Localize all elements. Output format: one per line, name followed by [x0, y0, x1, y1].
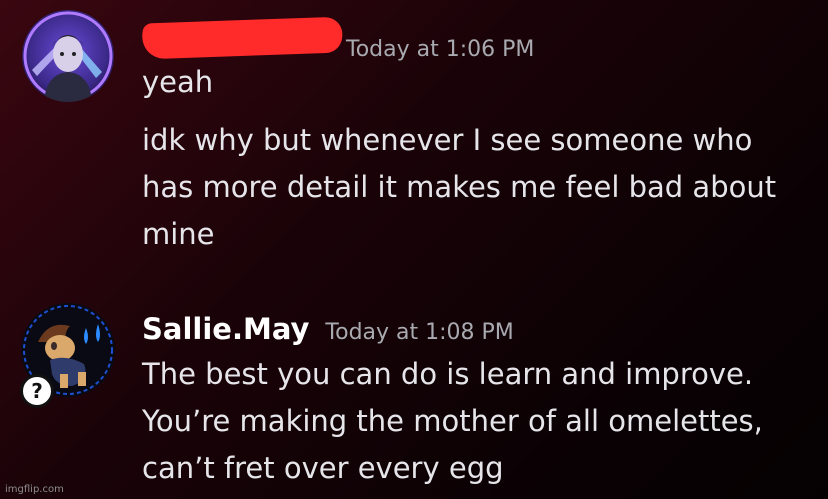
- message-text-line: The best you can do is learn and improve…: [142, 357, 754, 391]
- question-badge: ?: [20, 374, 54, 408]
- message-header-1: Today at 1:06 PM: [139, 16, 535, 62]
- user-avatar[interactable]: [22, 10, 114, 102]
- message-text-line: has more detail it makes me feel bad abo…: [142, 170, 777, 204]
- message-header-3: Sallie.May Today at 1:08 PM: [142, 312, 514, 346]
- message-text-line: mine: [142, 217, 215, 251]
- timestamp: Today at 1:06 PM: [346, 37, 535, 62]
- timestamp: Today at 1:08 PM: [325, 320, 514, 345]
- message-text-line: You’re making the mother of all omelette…: [142, 404, 763, 438]
- chat-view: Today at 1:06 PM yeah idk why but whenev…: [0, 0, 828, 499]
- message-text-line: idk why but whenever I see someone who: [142, 123, 753, 157]
- watermark: imgflip.com: [5, 484, 64, 495]
- message-text-line: yeah: [142, 65, 214, 99]
- message-text-line: can’t fret over every egg: [142, 451, 504, 485]
- character-avatar-icon: [22, 10, 114, 102]
- username[interactable]: Sallie.May: [142, 312, 309, 346]
- redacted-username: [139, 16, 345, 60]
